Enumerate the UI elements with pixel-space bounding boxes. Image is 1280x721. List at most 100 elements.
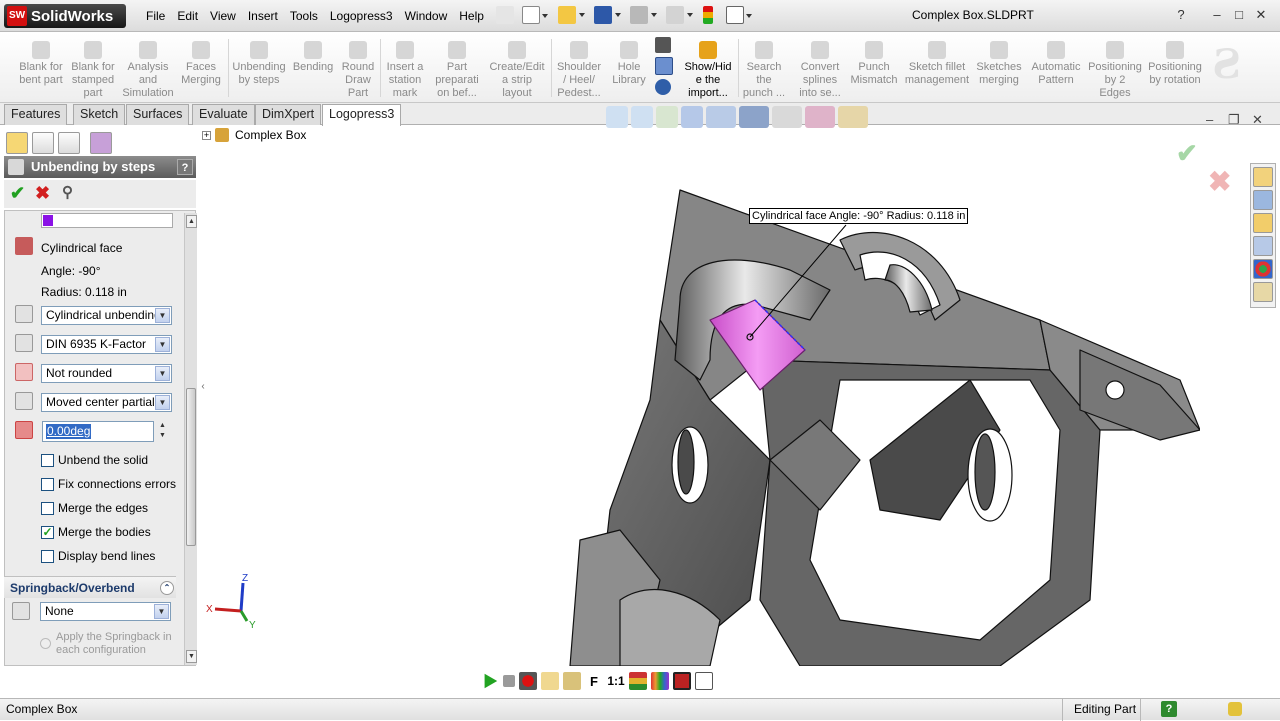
export-icon[interactable]	[695, 672, 713, 690]
checkbox[interactable]	[41, 501, 54, 515]
option-merge-bodies[interactable]: ✓ Merge the bodies	[41, 525, 151, 539]
convert-splines-button[interactable]: Convert splines into se...	[796, 37, 844, 100]
menu-file[interactable]: File	[140, 0, 171, 32]
pin-icon[interactable]	[496, 6, 514, 24]
face-selection-box[interactable]	[41, 213, 173, 228]
automatic-pattern-button[interactable]: Automatic Pattern	[1030, 37, 1082, 87]
viewport-restore-button[interactable]: ❐	[1228, 112, 1240, 128]
collapse-icon[interactable]: ⌃	[160, 581, 174, 595]
spin-up-icon[interactable]: ▲	[156, 421, 169, 431]
springback-select[interactable]: None ▼	[40, 602, 171, 621]
tab-surfaces[interactable]: Surfaces	[126, 104, 190, 125]
feature-tree-icon[interactable]	[6, 132, 28, 154]
apply-springback-option[interactable]: Apply the Springback in each configurati…	[40, 631, 172, 657]
zoom-to-area-icon[interactable]	[631, 106, 653, 128]
shoulder-heel-pedestal-button[interactable]: Shoulder / Heel/ Pedest...	[554, 37, 604, 100]
insert-station-mark-button[interactable]: Insert a station mark	[384, 37, 426, 100]
analysis-simulation-button[interactable]: Analysis and Simulation	[122, 37, 174, 100]
tab-evaluate[interactable]: Evaluate	[192, 104, 255, 125]
punch-mismatch-button[interactable]: Punch Mismatch	[850, 37, 898, 87]
feature-tree-root[interactable]: + Complex Box	[202, 128, 306, 142]
cube-view-icon[interactable]	[655, 37, 671, 53]
positioning-by-rotation-button[interactable]: Positioning by rotation	[1146, 37, 1204, 87]
custom-properties-icon[interactable]	[1253, 282, 1273, 302]
info-icon[interactable]	[655, 79, 671, 95]
design-library-icon[interactable]	[1253, 190, 1273, 210]
file-explorer-icon[interactable]	[1253, 213, 1273, 233]
menu-view[interactable]: View	[204, 0, 242, 32]
strip-layout-button[interactable]: Create/Edit a strip layout	[486, 37, 548, 100]
app-logo[interactable]: SW SolidWorks	[4, 4, 126, 28]
blank-for-stamped-part-button[interactable]: Blank for stamped part	[70, 37, 116, 100]
display-style-icon[interactable]	[739, 106, 769, 128]
zoom-to-fit-icon[interactable]	[606, 106, 628, 128]
confirmation-cancel-icon[interactable]: ✖	[1208, 165, 1231, 198]
home-icon[interactable]	[1253, 167, 1273, 187]
cancel-icon[interactable]: ✖	[35, 182, 50, 204]
close-button[interactable]: ✕	[1252, 6, 1270, 24]
menu-tools[interactable]: Tools	[284, 0, 324, 32]
hole-library-button[interactable]: Hole Library	[608, 37, 650, 87]
search-punch-button[interactable]: Search the punch ...	[742, 37, 786, 100]
viewport-minimize-button[interactable]: –	[1206, 112, 1213, 127]
preview-icon[interactable]: ⚲	[62, 182, 73, 204]
property-manager-icon[interactable]	[32, 132, 54, 154]
print-icon[interactable]	[630, 6, 657, 24]
sketches-merging-button[interactable]: Sketches merging	[974, 37, 1024, 87]
angle-spinner[interactable]: ▲ ▼	[156, 421, 169, 442]
configuration-manager-icon[interactable]	[58, 132, 80, 154]
model-viewport[interactable]	[560, 180, 1200, 666]
appearances-icon[interactable]	[1253, 259, 1273, 279]
tab-features[interactable]: Features	[4, 104, 68, 125]
stop-icon[interactable]	[503, 675, 515, 687]
panel-collapse-handle[interactable]: ‹	[198, 372, 208, 402]
position-select[interactable]: Moved center partial u ▼	[41, 393, 172, 412]
radio-button[interactable]	[40, 638, 51, 649]
help-icon[interactable]: ?	[1172, 6, 1190, 24]
round-draw-part-button[interactable]: Round Draw Part	[340, 37, 376, 100]
layers-icon[interactable]	[629, 672, 647, 690]
property-manager-scrollbar[interactable]: ▲ ▼	[184, 213, 197, 665]
scroll-down-icon[interactable]: ▼	[186, 650, 197, 663]
options-icon[interactable]	[726, 6, 752, 24]
new-document-icon[interactable]	[522, 6, 548, 24]
unbending-type-select[interactable]: Cylindrical unbending ▼	[41, 306, 172, 325]
tab-sketch[interactable]: Sketch	[73, 104, 126, 125]
k-factor-select[interactable]: DIN 6935 K-Factor ▼	[41, 335, 172, 354]
confirmation-ok-icon[interactable]: ✔	[1176, 138, 1198, 169]
view-palette-icon[interactable]	[1253, 236, 1273, 256]
positioning-by-2-edges-button[interactable]: Positioning by 2 Edges	[1088, 37, 1142, 100]
notes-icon[interactable]	[541, 672, 559, 690]
open-folder-icon[interactable]	[558, 6, 585, 24]
option-merge-edges[interactable]: Merge the edges	[41, 501, 148, 515]
apply-scene-icon[interactable]	[838, 106, 868, 128]
undo-icon[interactable]	[666, 6, 693, 24]
scroll-up-icon[interactable]: ▲	[186, 215, 197, 228]
option-display-bend-lines[interactable]: Display bend lines	[41, 549, 155, 563]
help-icon[interactable]: ?	[177, 159, 193, 175]
faces-merging-button[interactable]: Faces Merging	[178, 37, 224, 87]
record-icon[interactable]	[519, 672, 537, 690]
dimxpert-manager-icon[interactable]	[90, 132, 112, 154]
tab-dimxpert[interactable]: DimXpert	[255, 104, 322, 125]
springback-section-header[interactable]: Springback/Overbend ⌃	[4, 576, 176, 598]
fast-mode-button[interactable]: F	[585, 674, 603, 689]
save-frame-icon[interactable]	[673, 672, 691, 690]
section-view-icon[interactable]	[681, 106, 703, 128]
play-icon[interactable]	[484, 673, 498, 689]
checkbox[interactable]	[41, 549, 54, 563]
scale-button[interactable]: 1:1	[607, 674, 625, 688]
scroll-thumb[interactable]	[186, 388, 196, 546]
status-help-icon[interactable]: ?	[1161, 701, 1177, 717]
rebuild-traffic-light-icon[interactable]	[703, 6, 713, 24]
previous-view-icon[interactable]	[656, 106, 678, 128]
import-toggle-icon[interactable]	[655, 57, 673, 75]
menu-help[interactable]: Help	[453, 0, 490, 32]
rebuild-status-icon[interactable]	[1228, 702, 1242, 716]
rounding-select[interactable]: Not rounded ▼	[41, 364, 172, 383]
menu-insert[interactable]: Insert	[242, 0, 284, 32]
option-fix-connections[interactable]: Fix connections errors	[41, 477, 176, 491]
hide-show-items-icon[interactable]	[772, 106, 802, 128]
part-preparation-button[interactable]: Part preparati on bef...	[432, 37, 482, 100]
edit-appearance-icon[interactable]	[805, 106, 835, 128]
